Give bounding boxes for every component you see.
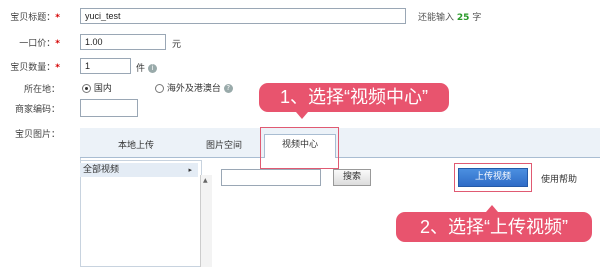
title-remaining-hint: 还能输入 25 字 (418, 13, 482, 23)
price-unit: 元 (172, 40, 182, 50)
price-label: 一口价：* (19, 39, 60, 49)
callout-step2-pointer (486, 205, 498, 212)
tab-local-upload[interactable]: 本地上传 (96, 136, 176, 158)
folder-item-all-videos[interactable]: 全部视频 ▸ (80, 163, 198, 177)
video-search-input[interactable] (221, 169, 321, 186)
title-label: 宝贝标题：* (10, 13, 60, 23)
callout-step2: 2、选择“上传视频” (396, 212, 592, 242)
help-link[interactable]: 使用帮助 (541, 172, 577, 185)
folder-scrollbar[interactable]: ▲ (200, 175, 212, 267)
search-button[interactable]: 搜索 (333, 169, 371, 186)
quantity-input[interactable] (80, 58, 131, 74)
chevron-right-icon: ▸ (188, 166, 192, 174)
quantity-unit: 件 i (136, 61, 157, 74)
callout-step1: 1、选择“视频中心” (259, 83, 449, 112)
radio-unchecked-icon[interactable] (155, 84, 164, 93)
highlight-upload-button (454, 163, 532, 192)
location-overseas-option[interactable]: 海外及港澳台 ? (155, 81, 233, 94)
callout-step1-pointer (296, 112, 308, 119)
location-label: 所在地： (23, 85, 60, 95)
merchant-code-label: 商家编码： (14, 105, 60, 115)
info-icon[interactable]: ? (223, 84, 233, 93)
location-domestic-option[interactable]: 国内 (82, 81, 112, 94)
radio-checked-icon[interactable] (82, 84, 91, 93)
title-remaining-count: 25 (456, 13, 470, 23)
highlight-video-center-tab (260, 127, 339, 169)
tab-image-space[interactable]: 图片空间 (184, 136, 264, 158)
title-input[interactable] (80, 8, 406, 24)
price-input[interactable] (80, 34, 166, 50)
scroll-up-icon[interactable]: ▲ (203, 177, 208, 184)
info-icon[interactable]: i (147, 64, 157, 73)
quantity-label: 宝贝数量：* (10, 63, 60, 73)
merchant-code-input[interactable] (80, 99, 138, 117)
images-label: 宝贝图片： (14, 130, 60, 140)
image-source-tabbar: 本地上传 图片空间 视频中心 (80, 128, 600, 159)
